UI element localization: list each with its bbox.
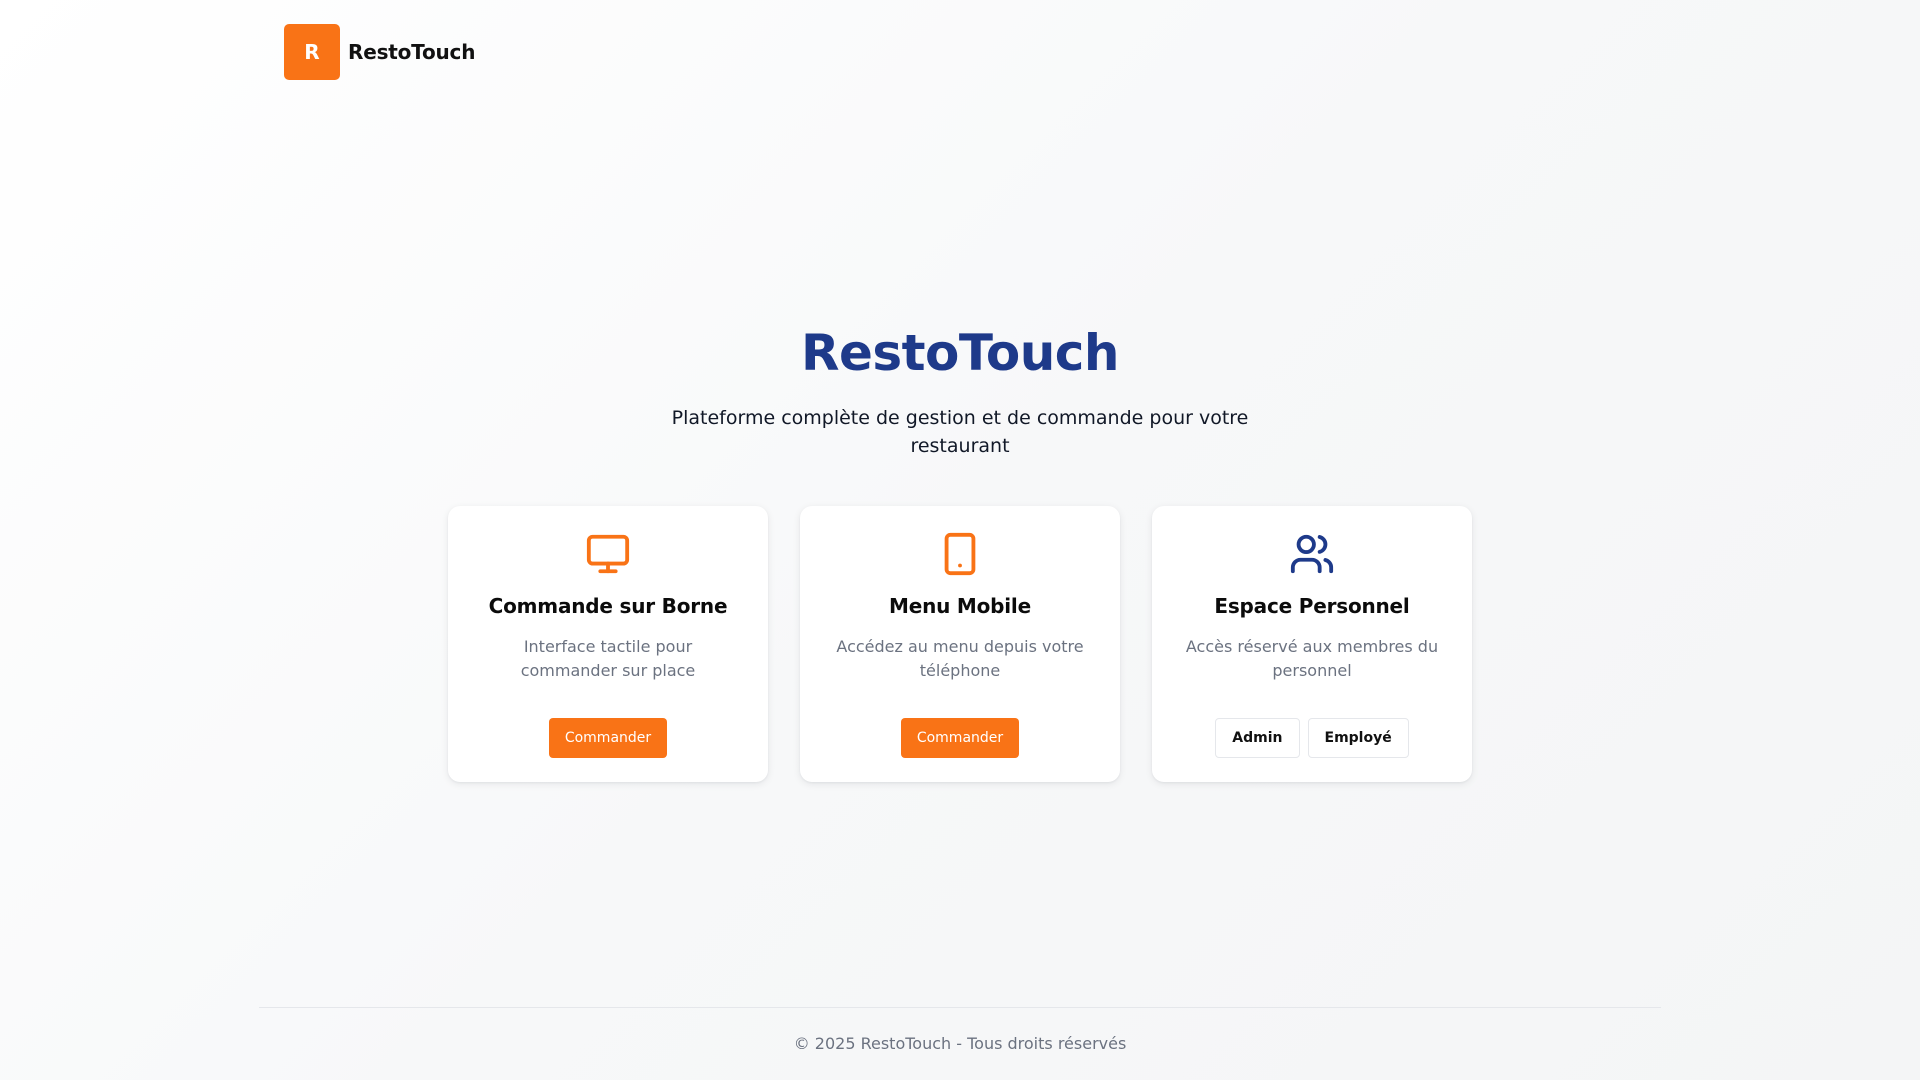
card-title: Espace Personnel (1214, 594, 1410, 618)
employee-button[interactable]: Employé (1307, 718, 1409, 758)
card-description: Interface tactile pour commander sur pla… (520, 637, 696, 680)
card-mobile-menu: Menu Mobile Accédez au menu depuis votre… (800, 506, 1120, 782)
brand-name[interactable]: RestoTouch (348, 40, 475, 64)
mobile-order-button[interactable]: Commander (900, 718, 1020, 758)
card-kiosk-order: Commande sur Borne Interface tactile pou… (448, 506, 768, 782)
card-title: Commande sur Borne (488, 594, 728, 618)
card-actions: Commander (800, 718, 1120, 758)
card-title: Menu Mobile (889, 594, 1031, 618)
monitor-icon (586, 534, 630, 574)
footer-divider (259, 1007, 1661, 1008)
card-staff-space: Espace Personnel Accès réservé aux membr… (1152, 506, 1472, 782)
footer-copyright: © 2025 RestoTouch - Tous droits réservés (793, 1034, 1127, 1053)
card-grid: Commande sur Borne Interface tactile pou… (448, 506, 1472, 782)
users-icon (1290, 534, 1334, 574)
card-actions: Commander (448, 718, 768, 758)
page-title: RestoTouch (800, 324, 1120, 382)
logo[interactable]: R (284, 24, 340, 80)
app-header: R RestoTouch (284, 24, 475, 80)
admin-button[interactable]: Admin (1215, 718, 1300, 758)
card-actions: Admin Employé (1152, 718, 1472, 758)
tablet-icon (944, 532, 976, 576)
kiosk-order-button[interactable]: Commander (548, 718, 668, 758)
logo-letter: R (304, 40, 320, 64)
hero-section: RestoTouch Plateforme complète de gestio… (0, 318, 1920, 460)
card-description: Accédez au menu depuis votre téléphone (836, 637, 1084, 680)
page-subtitle: Plateforme complète de gestion et de com… (671, 407, 1249, 457)
card-description: Accès réservé aux membres du personnel (1185, 637, 1439, 680)
